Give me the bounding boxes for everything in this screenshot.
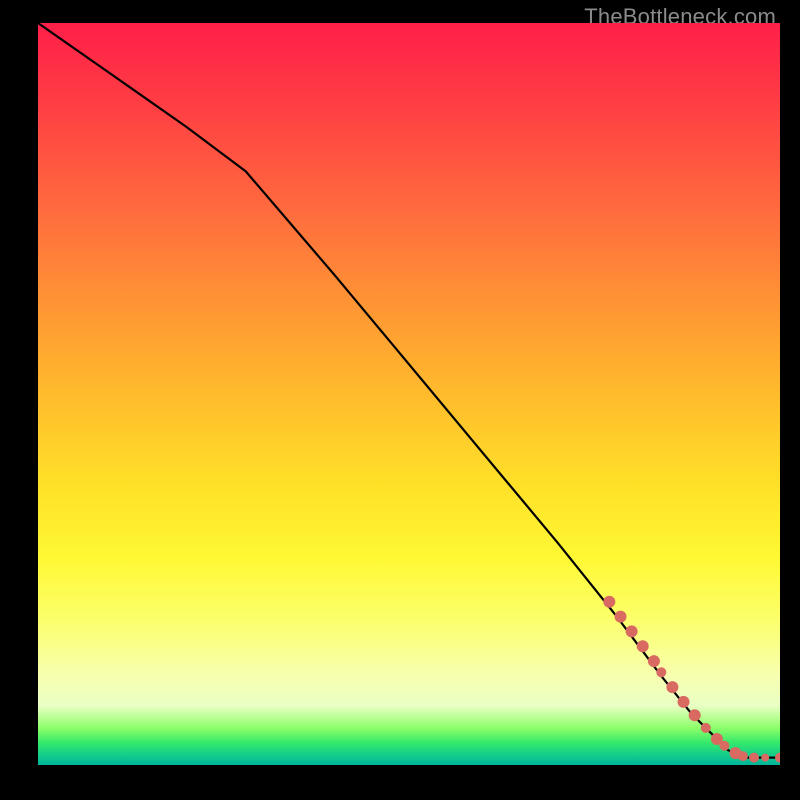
data-marker [775,753,780,763]
data-marker [689,709,701,721]
chart-svg [38,23,780,765]
curve-line [38,23,780,758]
data-marker [656,667,666,677]
plot-area [38,23,780,765]
data-marker [678,696,690,708]
data-marker [761,754,769,762]
data-marker [626,625,638,637]
chart-frame: TheBottleneck.com [0,0,800,800]
data-marker [701,723,711,733]
data-marker [603,596,615,608]
data-marker [666,681,678,693]
data-marker [738,751,748,761]
data-marker [615,611,627,623]
data-marker [637,640,649,652]
data-marker [719,741,729,751]
data-marker [749,753,759,763]
marker-group [603,596,780,763]
data-marker [648,655,660,667]
